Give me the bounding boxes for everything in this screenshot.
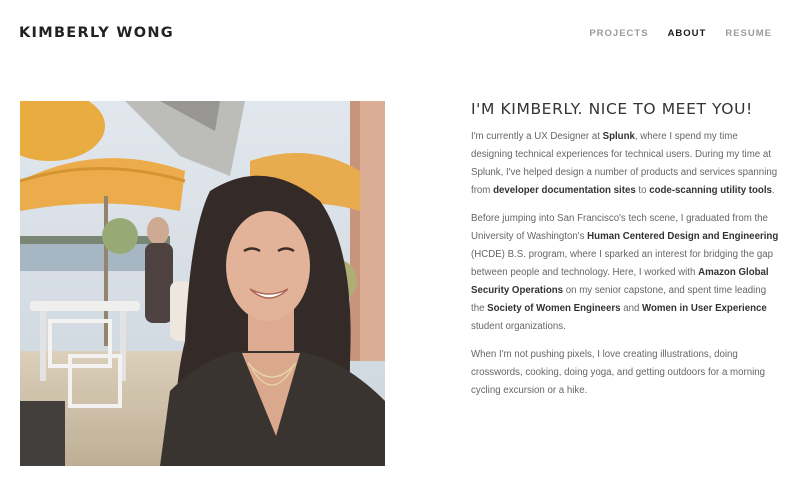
text-segment: student organizations. [471, 321, 566, 332]
highlight-dev-docs: developer documentation sites [493, 185, 636, 196]
highlight-swe: Society of Women Engineers [487, 303, 621, 314]
text-segment: I'm currently a UX Designer at [471, 131, 603, 142]
about-paragraph-work: I'm currently a UX Designer at Splunk, w… [471, 128, 781, 200]
about-paragraph-education: Before jumping into San Francisco's tech… [471, 210, 781, 336]
page: KIMBERLY WONG PROJECTS ABOUT RESUME I'M … [0, 0, 800, 481]
text-segment: to [635, 185, 650, 196]
highlight-code-scanning: code-scanning utility tools [649, 185, 772, 196]
main-nav: PROJECTS ABOUT RESUME [589, 28, 772, 39]
highlight-splunk: Splunk [602, 131, 635, 142]
site-title[interactable]: KIMBERLY WONG [19, 25, 174, 41]
nav-projects[interactable]: PROJECTS [589, 28, 648, 39]
highlight-wux: Women in User Experience [642, 303, 767, 314]
text-segment: and [620, 303, 643, 314]
about-section: I'M KIMBERLY. NICE TO MEET YOU! I'm curr… [471, 100, 781, 410]
nav-resume[interactable]: RESUME [725, 28, 772, 39]
text-segment: . [771, 185, 775, 196]
profile-photo-illustration [20, 101, 385, 466]
nav-about[interactable]: ABOUT [668, 28, 707, 39]
highlight-hcde: Human Centered Design and Engineering [587, 231, 779, 242]
profile-photo [20, 101, 385, 466]
about-paragraph-hobbies: When I'm not pushing pixels, I love crea… [471, 349, 766, 396]
about-heading: I'M KIMBERLY. NICE TO MEET YOU! [471, 100, 753, 118]
